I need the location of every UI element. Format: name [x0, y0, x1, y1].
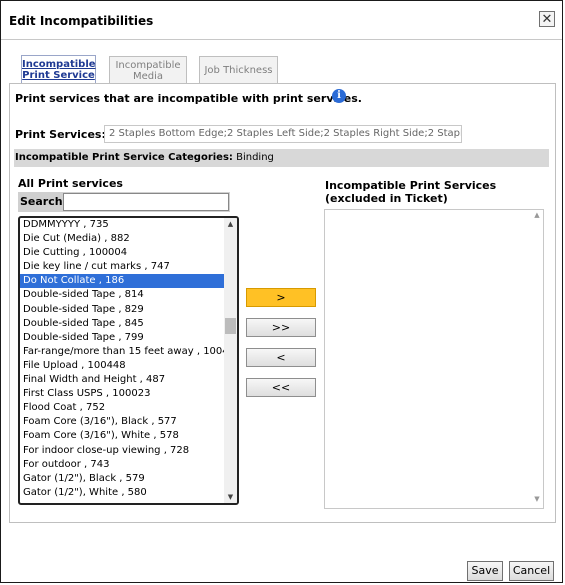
- tab-incompatible-print-service[interactable]: Incompatible Print Service: [21, 55, 96, 84]
- search-input[interactable]: [63, 193, 229, 211]
- list-item[interactable]: File Upload , 100448: [20, 359, 224, 373]
- list-item[interactable]: First Class USPS , 100023: [20, 387, 224, 401]
- cancel-button[interactable]: Cancel: [509, 561, 554, 581]
- move-left-button[interactable]: <: [246, 348, 316, 367]
- panel-description: Print services that are incompatible wit…: [15, 92, 362, 105]
- list-item[interactable]: Double-sided Tape , 814: [20, 288, 224, 302]
- category-value: Binding: [236, 152, 274, 163]
- list-item[interactable]: Double-sided Tape , 829: [20, 303, 224, 317]
- scroll-down-icon[interactable]: ▼: [531, 495, 543, 503]
- category-label: Incompatible Print Service Categories:: [15, 152, 233, 163]
- list-item[interactable]: Die Cut (Media) , 882: [20, 232, 224, 246]
- all-services-label: All Print services: [18, 177, 123, 190]
- list-item[interactable]: Foam Core (3/16"), White , 578: [20, 429, 224, 443]
- info-icon[interactable]: i: [332, 89, 346, 103]
- all-services-list[interactable]: DDMMYYYY , 735 Die Cut (Media) , 882 Die C…: [18, 216, 239, 505]
- dialog-title: Edit Incompatibilities: [9, 14, 154, 28]
- edit-incompatibilities-dialog: Edit Incompatibilities ✕ Incompatible Pr…: [0, 0, 563, 583]
- incompatible-services-list[interactable]: ▲ ▼: [324, 209, 544, 509]
- list-item[interactable]: Gator (1/2"), Black , 579: [20, 472, 224, 486]
- all-services-items: DDMMYYYY , 735 Die Cut (Media) , 882 Die C…: [20, 218, 224, 500]
- save-button[interactable]: Save: [467, 561, 503, 581]
- scroll-thumb[interactable]: [225, 318, 236, 334]
- list-item[interactable]: Far-range/more than 15 feet away , 1004: [20, 345, 224, 359]
- list-item[interactable]: Double-sided Tape , 799: [20, 331, 224, 345]
- list-item[interactable]: DDMMYYYY , 735: [20, 218, 224, 232]
- tab-incompatible-media[interactable]: Incompatible Media: [109, 56, 187, 83]
- list-item[interactable]: For indoor close-up viewing , 728: [20, 444, 224, 458]
- incompatible-services-label: Incompatible Print Services (excluded in…: [325, 179, 497, 205]
- print-services-label: Print Services:: [15, 128, 106, 141]
- move-all-right-button[interactable]: >>: [246, 318, 316, 337]
- incompatible-list-scrollbar[interactable]: ▲ ▼: [531, 210, 543, 508]
- list-item[interactable]: Do Not Collate , 186: [20, 274, 224, 289]
- incompatible-print-service-panel: Print services that are incompatible wit…: [9, 83, 556, 523]
- scroll-down-icon[interactable]: ▼: [224, 491, 237, 503]
- title-bar: Edit Incompatibilities ✕: [1, 1, 562, 40]
- print-services-field: 2 Staples Bottom Edge;2 Staples Left Sid…: [104, 125, 462, 143]
- list-item[interactable]: Gator (1/2"), White , 580: [20, 486, 224, 500]
- list-item[interactable]: Flood Coat , 752: [20, 401, 224, 415]
- list-item[interactable]: Final Width and Height , 487: [20, 373, 224, 387]
- list-item[interactable]: Die Cutting , 100004: [20, 246, 224, 260]
- list-scrollbar[interactable]: ▲ ▼: [224, 218, 237, 503]
- list-item[interactable]: Foam Core (3/16"), Black , 577: [20, 415, 224, 429]
- tab-job-thickness[interactable]: Job Thickness: [199, 56, 278, 83]
- move-right-button[interactable]: >: [246, 288, 316, 307]
- scroll-up-icon[interactable]: ▲: [224, 218, 237, 230]
- list-item[interactable]: Die key line / cut marks , 747: [20, 260, 224, 274]
- tab-bar: Incompatible Print Service Incompatible …: [9, 51, 557, 84]
- list-item[interactable]: Double-sided Tape , 845: [20, 317, 224, 331]
- category-bar: Incompatible Print Service Categories: B…: [14, 149, 549, 167]
- close-icon[interactable]: ✕: [539, 11, 555, 27]
- scroll-up-icon[interactable]: ▲: [531, 211, 543, 219]
- move-all-left-button[interactable]: <<: [246, 378, 316, 397]
- list-item[interactable]: For outdoor , 743: [20, 458, 224, 472]
